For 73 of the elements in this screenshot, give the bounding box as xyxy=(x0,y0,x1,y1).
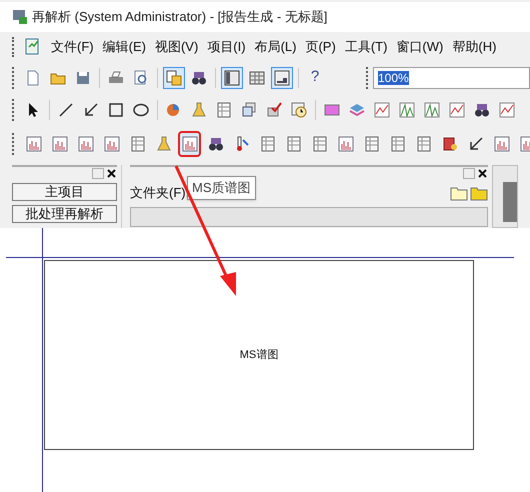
line-icon xyxy=(58,102,74,118)
table-icon xyxy=(416,136,432,152)
toolbar-button[interactable] xyxy=(221,66,243,88)
toolbar-button[interactable]: ? xyxy=(304,66,326,88)
printer-icon xyxy=(108,70,124,86)
menu-item[interactable]: 编辑(E) xyxy=(102,37,146,57)
menu-item[interactable]: 视图(V) xyxy=(154,37,198,57)
table-icon xyxy=(286,136,302,152)
toolbar-button[interactable] xyxy=(271,66,293,88)
checkmark-box-icon xyxy=(266,102,282,118)
table-icon xyxy=(216,102,232,118)
folder-path-field[interactable] xyxy=(130,206,488,226)
chart-corner-icon xyxy=(274,70,290,86)
arrow-icon xyxy=(83,102,99,118)
menu-item[interactable]: 文件(F) xyxy=(51,37,94,57)
line-chart-icon xyxy=(499,102,515,118)
page-icon xyxy=(25,70,41,86)
menu-item[interactable]: 帮助(H) xyxy=(452,37,496,57)
copy-icon xyxy=(166,70,182,86)
clock-icon xyxy=(291,102,307,118)
spectrum-icon xyxy=(26,136,42,152)
binoculars-icon xyxy=(474,102,490,118)
toolbar-grip[interactable] xyxy=(12,133,15,155)
flask-icon xyxy=(156,136,172,152)
spectrum-icon xyxy=(494,136,510,152)
folder-icon[interactable] xyxy=(470,184,488,201)
project-tab[interactable]: 主项目 xyxy=(12,183,117,201)
ellipse-icon xyxy=(133,102,149,118)
table-icon xyxy=(312,136,328,152)
menu-item[interactable]: 页(P) xyxy=(305,37,336,57)
zoom-field[interactable]: 100% xyxy=(373,66,530,88)
app-icon xyxy=(12,9,28,25)
toolbar-grip[interactable] xyxy=(12,66,15,88)
magnifier-page-icon xyxy=(133,70,149,86)
toolbar-grip[interactable] xyxy=(12,99,15,121)
layout-icon xyxy=(224,70,240,86)
menu-item[interactable]: 布局(L) xyxy=(254,37,296,57)
stacked-pages-icon xyxy=(241,102,257,118)
pie-icon xyxy=(166,102,182,118)
menu-item[interactable]: 项目(I) xyxy=(207,37,246,57)
grid-icon xyxy=(249,70,265,86)
window-title: 再解析 (System Administrator) - [报告生成 - 无标题] xyxy=(32,8,328,26)
binoculars-icon xyxy=(208,136,224,152)
close-icon[interactable] xyxy=(477,168,488,178)
table-icon xyxy=(364,136,380,152)
tooltip: MS质谱图 xyxy=(187,176,256,200)
spectrum-icon xyxy=(338,136,354,152)
line-chart-icon xyxy=(374,102,390,118)
flask-icon xyxy=(191,102,207,118)
close-icon[interactable] xyxy=(106,168,117,178)
spectrum-icon xyxy=(104,136,120,152)
peaks-chart-icon xyxy=(399,102,415,118)
table-icon xyxy=(130,136,146,152)
arrow-icon xyxy=(468,136,484,152)
rectangle-icon xyxy=(108,102,124,118)
frame-label: MS谱图 xyxy=(240,348,278,363)
menu-item[interactable]: 工具(T) xyxy=(344,37,388,57)
toolbar-button[interactable] xyxy=(163,66,185,88)
project-tab[interactable]: 批处理再解析 xyxy=(12,205,117,223)
table-icon xyxy=(260,136,276,152)
spectrum-icon xyxy=(52,136,68,152)
new-folder-icon[interactable] xyxy=(450,184,468,201)
line-chart-icon xyxy=(449,102,465,118)
table-icon xyxy=(390,136,406,152)
spectrum-icon xyxy=(182,136,198,152)
binoculars-icon xyxy=(191,70,207,86)
database-icon xyxy=(442,136,458,152)
spectrum-icon xyxy=(78,136,94,152)
ms-spectrum-frame[interactable]: MS谱图 xyxy=(44,260,474,450)
layers-icon xyxy=(349,102,365,118)
menu-item[interactable]: 窗口(W) xyxy=(396,37,444,57)
gradient-icon xyxy=(324,102,340,118)
peaks-chart-icon xyxy=(424,102,440,118)
